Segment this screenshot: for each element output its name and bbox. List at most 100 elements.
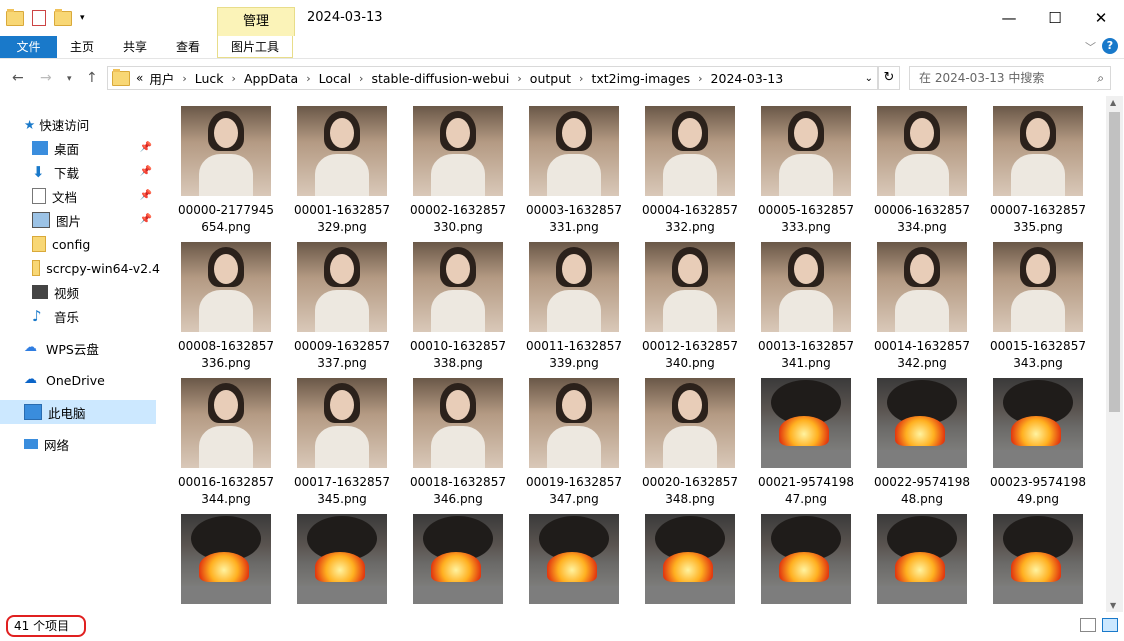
folder-icon[interactable] xyxy=(6,8,24,26)
chevron-down-icon[interactable]: ⌄ xyxy=(865,73,873,84)
sidebar-item-network[interactable]: 网络 xyxy=(24,432,180,456)
file-item[interactable]: 00004-1632857 332.png xyxy=(635,106,745,236)
tab-manage[interactable]: 管理 xyxy=(217,7,295,36)
file-item[interactable] xyxy=(635,514,745,608)
vertical-scrollbar[interactable]: ▲ ▼ xyxy=(1106,96,1123,612)
search-icon[interactable]: ⌕ xyxy=(1097,67,1104,89)
maximize-button[interactable]: ☐ xyxy=(1032,0,1078,36)
pin-icon[interactable]: 📌 xyxy=(140,190,152,201)
file-item[interactable]: 00021-9574198 47.png xyxy=(751,378,861,508)
separator-icon[interactable]: › xyxy=(182,72,186,85)
tab-file[interactable]: 文件 xyxy=(0,36,57,58)
file-thumbnail[interactable] xyxy=(993,242,1083,332)
file-item[interactable]: 00005-1632857 333.png xyxy=(751,106,861,236)
file-thumbnail[interactable] xyxy=(645,378,735,468)
file-item[interactable]: 00009-1632857 337.png xyxy=(287,242,397,372)
file-item[interactable]: 00014-1632857 342.png xyxy=(867,242,977,372)
file-item[interactable] xyxy=(983,514,1093,608)
file-thumbnail[interactable] xyxy=(529,242,619,332)
file-thumbnail[interactable] xyxy=(297,242,387,332)
separator-icon[interactable]: › xyxy=(232,72,236,85)
file-thumbnail[interactable] xyxy=(181,242,271,332)
file-item[interactable]: 00000-2177945 654.png xyxy=(171,106,281,236)
file-item[interactable]: 00022-9574198 48.png xyxy=(867,378,977,508)
pin-icon[interactable]: 📌 xyxy=(140,214,152,225)
separator-icon[interactable]: › xyxy=(698,72,702,85)
up-arrow-icon[interactable]: ↑ xyxy=(86,70,98,86)
address-bar[interactable]: « 用户 › Luck › AppData › Local › stable-diffu… xyxy=(107,66,878,90)
file-thumbnail[interactable] xyxy=(297,378,387,468)
file-item[interactable]: 00007-1632857 335.png xyxy=(983,106,1093,236)
back-arrow-icon[interactable]: ← xyxy=(12,70,24,86)
file-item[interactable]: 00019-1632857 347.png xyxy=(519,378,629,508)
tab-share[interactable]: 共享 xyxy=(119,36,151,58)
file-item[interactable] xyxy=(287,514,397,608)
new-folder-icon[interactable] xyxy=(54,8,72,26)
file-thumbnail[interactable] xyxy=(877,378,967,468)
breadcrumb-item[interactable]: 2024-03-13 xyxy=(711,71,784,86)
breadcrumb-item[interactable]: txt2img-images xyxy=(591,71,690,86)
breadcrumb-item[interactable]: 用户 xyxy=(149,69,174,88)
file-item[interactable]: 00008-1632857 336.png xyxy=(171,242,281,372)
file-item[interactable]: 00003-1632857 331.png xyxy=(519,106,629,236)
file-thumbnail[interactable] xyxy=(529,514,619,604)
sidebar-item-this-pc[interactable]: 此电脑 xyxy=(0,400,156,424)
file-item[interactable] xyxy=(519,514,629,608)
file-item[interactable]: 00002-1632857 330.png xyxy=(403,106,513,236)
file-item[interactable]: 00001-1632857 329.png xyxy=(287,106,397,236)
sidebar-item-scrcpy[interactable]: scrcpy-win64-v2.4 xyxy=(32,256,160,280)
breadcrumb-item[interactable]: output xyxy=(530,71,571,86)
file-item[interactable]: 00010-1632857 338.png xyxy=(403,242,513,372)
file-thumbnail[interactable] xyxy=(413,514,503,604)
search-input[interactable]: 在 2024-03-13 中搜索 ⌕ xyxy=(909,66,1111,90)
refresh-button[interactable]: ↻ xyxy=(878,66,900,90)
file-item[interactable]: 00016-1632857 344.png xyxy=(171,378,281,508)
file-thumbnail[interactable] xyxy=(529,106,619,196)
pin-icon[interactable]: 📌 xyxy=(140,166,152,177)
breadcrumb-item[interactable]: Luck xyxy=(195,71,224,86)
file-item[interactable]: 00023-9574198 49.png xyxy=(983,378,1093,508)
file-thumbnail[interactable] xyxy=(645,514,735,604)
file-item[interactable]: 00020-1632857 348.png xyxy=(635,378,745,508)
pin-icon[interactable]: 📌 xyxy=(140,142,152,153)
file-thumbnail[interactable] xyxy=(413,378,503,468)
file-thumbnail[interactable] xyxy=(761,378,851,468)
file-thumbnail[interactable] xyxy=(181,378,271,468)
file-thumbnail[interactable] xyxy=(993,378,1083,468)
sidebar-item-onedrive[interactable]: ☁ OneDrive xyxy=(24,368,180,392)
scrollbar-thumb[interactable] xyxy=(1109,112,1120,412)
file-item[interactable]: 00013-1632857 341.png xyxy=(751,242,861,372)
file-thumbnail[interactable] xyxy=(413,106,503,196)
file-thumbnail[interactable] xyxy=(297,106,387,196)
file-thumbnail[interactable] xyxy=(877,242,967,332)
file-item[interactable] xyxy=(867,514,977,608)
chevron-down-icon[interactable]: ▾ xyxy=(80,13,85,23)
file-thumbnail[interactable] xyxy=(297,514,387,604)
file-item[interactable] xyxy=(751,514,861,608)
minimize-button[interactable]: — xyxy=(986,0,1032,36)
breadcrumb-item[interactable]: AppData xyxy=(244,71,298,86)
scroll-up-icon[interactable]: ▲ xyxy=(1110,98,1116,107)
file-thumbnail[interactable] xyxy=(181,106,271,196)
file-item[interactable]: 00015-1632857 343.png xyxy=(983,242,1093,372)
file-item[interactable]: 00011-1632857 339.png xyxy=(519,242,629,372)
file-thumbnail[interactable] xyxy=(761,242,851,332)
recent-chevron-icon[interactable]: ▾ xyxy=(67,74,72,84)
large-icons-view-icon[interactable] xyxy=(1102,618,1118,632)
sidebar-item-wps[interactable]: ☁ WPS云盘 xyxy=(24,336,180,360)
file-thumbnail[interactable] xyxy=(993,106,1083,196)
sidebar-item-quick-access[interactable]: ★ 快速访问 xyxy=(24,112,180,136)
file-item[interactable]: 00017-1632857 345.png xyxy=(287,378,397,508)
file-item[interactable] xyxy=(171,514,281,608)
properties-icon[interactable] xyxy=(32,10,46,26)
separator-icon[interactable]: › xyxy=(579,72,583,85)
forward-arrow-icon[interactable]: → xyxy=(40,70,52,86)
file-thumbnail[interactable] xyxy=(645,106,735,196)
file-thumbnail[interactable] xyxy=(877,106,967,196)
file-item[interactable]: 00012-1632857 340.png xyxy=(635,242,745,372)
file-item[interactable] xyxy=(403,514,513,608)
file-thumbnail[interactable] xyxy=(993,514,1083,604)
help-icon[interactable]: ? xyxy=(1102,38,1118,54)
separator-icon[interactable]: › xyxy=(517,72,521,85)
file-item[interactable]: 00018-1632857 346.png xyxy=(403,378,513,508)
